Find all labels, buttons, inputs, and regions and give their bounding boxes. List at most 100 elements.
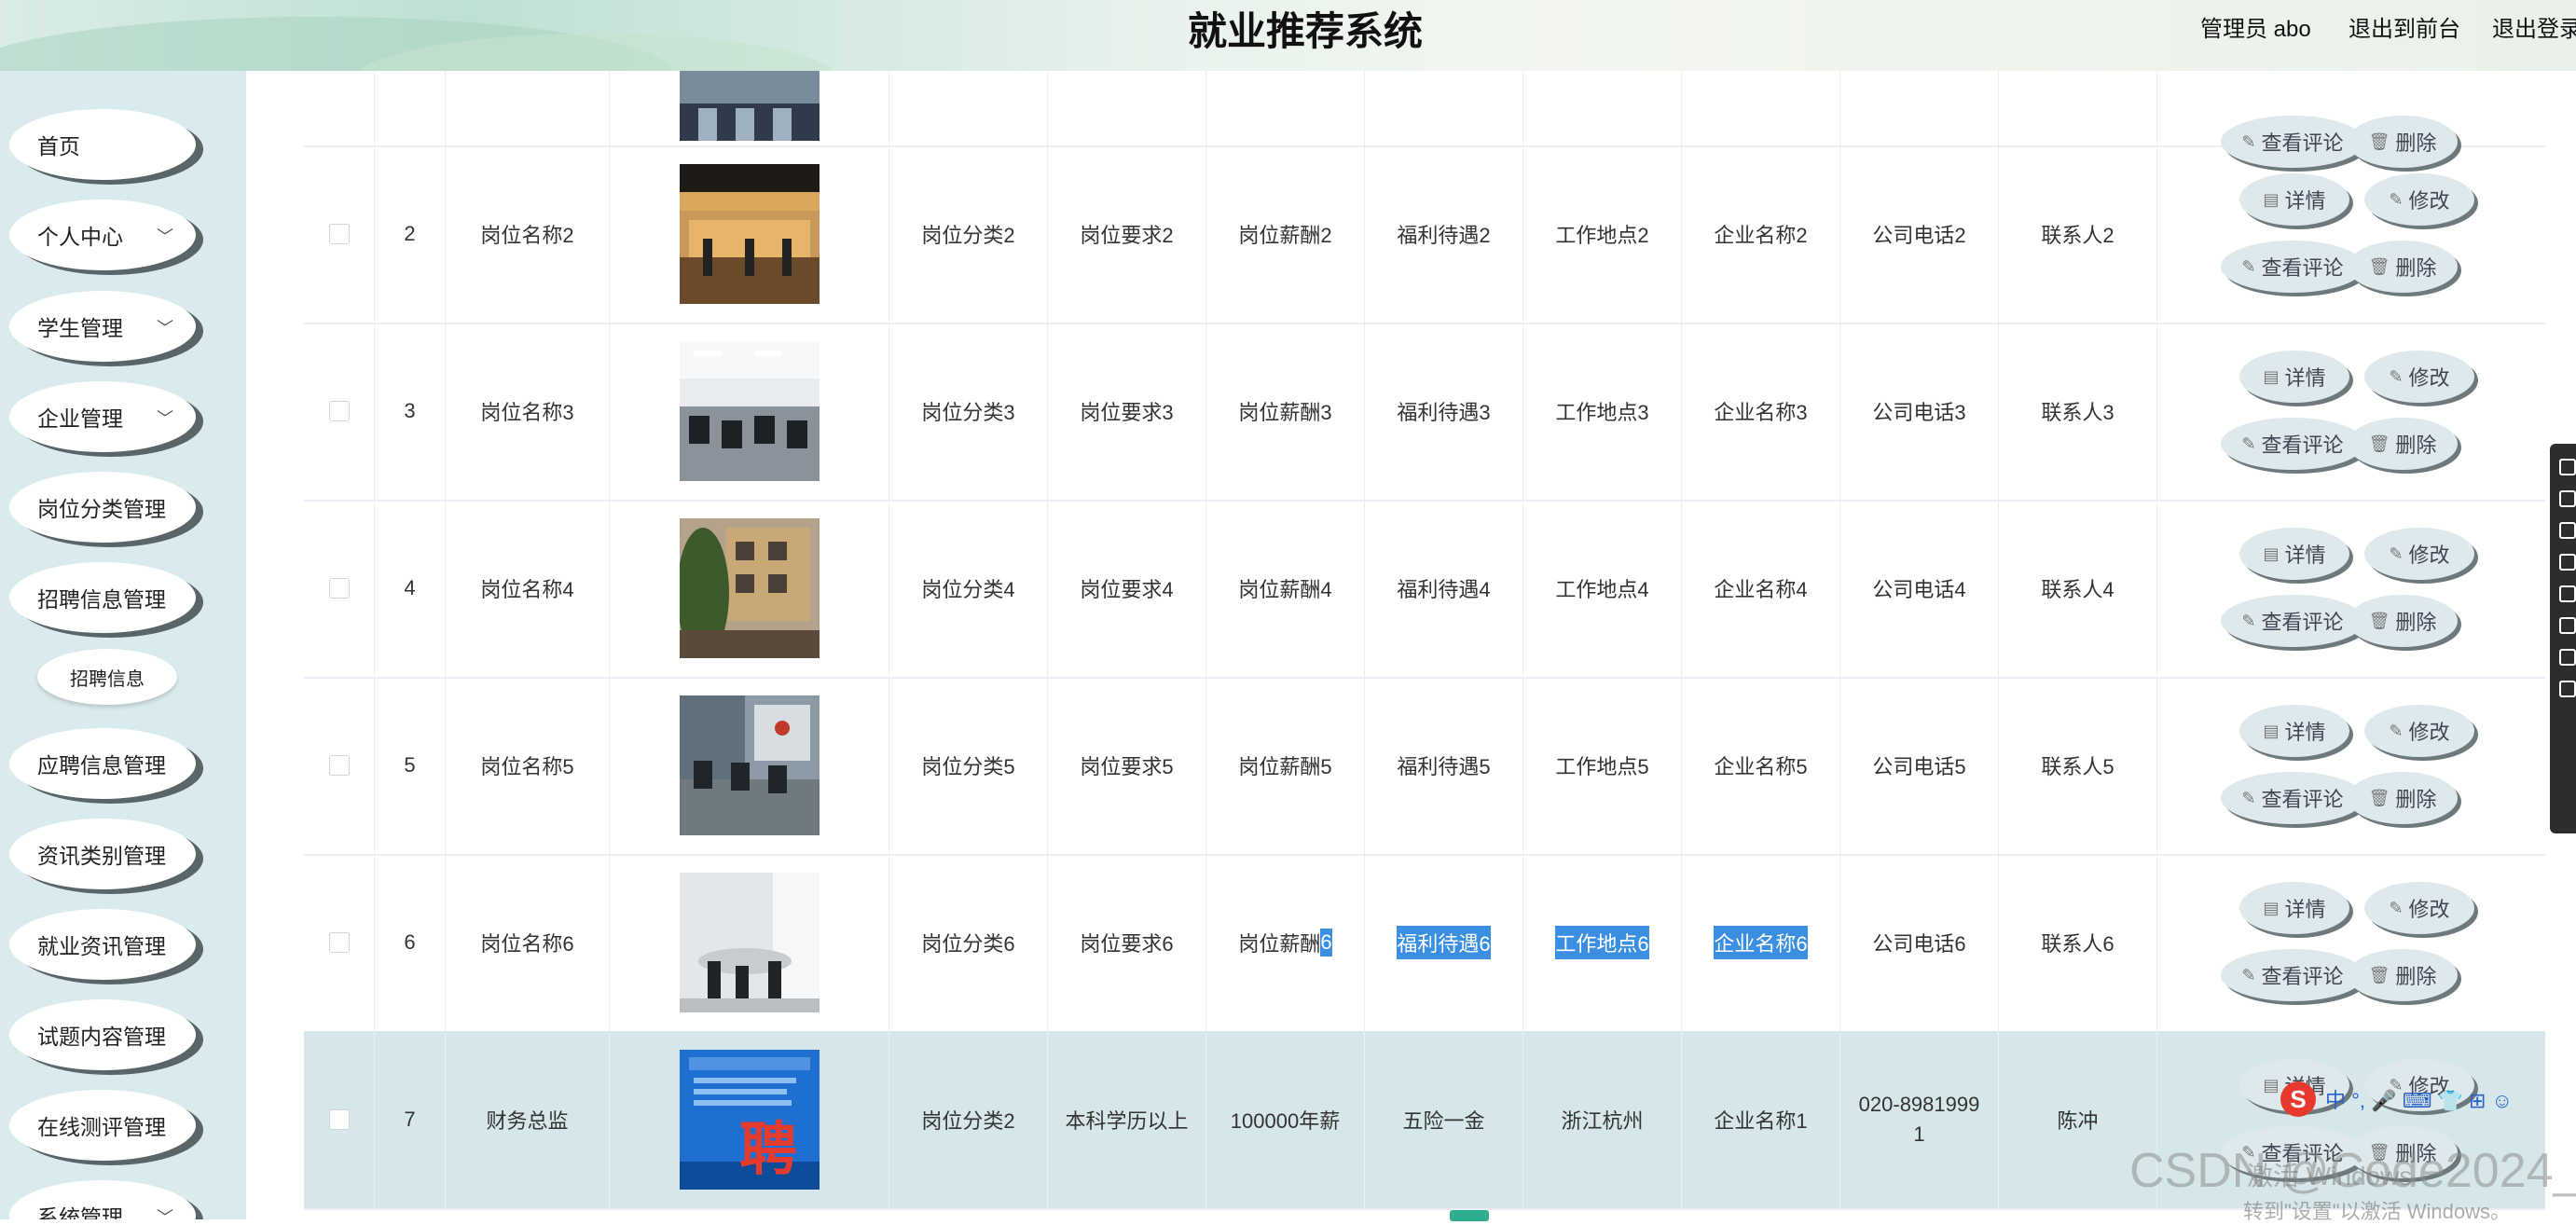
company-phone: 公司电话2 <box>1840 145 1999 323</box>
sidebar-item-online-test[interactable]: 在线测评管理 <box>9 1090 196 1161</box>
job-requirement: 岗位要求6 <box>1048 854 1206 1031</box>
company-phone: 020-8981999 1 <box>1840 1031 1999 1208</box>
sidebar-item-applications[interactable]: 应聘信息管理 <box>9 728 196 799</box>
row-checkbox[interactable] <box>328 755 350 776</box>
row-checkbox[interactable] <box>328 224 350 244</box>
job-name: 财务总监 <box>446 1031 610 1208</box>
edit-button[interactable]: ✎ 修改 <box>2364 528 2474 580</box>
job-location: 工作地点5 <box>1523 677 1682 854</box>
windows-activation-title: 激活 Windows <box>2247 1162 2413 1191</box>
view-comments-button[interactable]: ✎ 查看评论 <box>2221 949 2364 1001</box>
job-name: 岗位名称3 <box>446 323 610 500</box>
table-row: 4 岗位名称4 岗位分类4 岗位要求4 岗位薪酬4 福利待遇4 工作地点4 企业… <box>304 500 2545 679</box>
job-requirement: 岗位要求3 <box>1048 323 1206 500</box>
selected-text: 6 <box>1320 929 1332 957</box>
edit-button[interactable]: ✎ 修改 <box>2364 351 2474 403</box>
job-image <box>679 695 820 835</box>
detail-button[interactable]: ▤详情 <box>2239 705 2349 757</box>
trash-icon: 🗑 <box>2368 256 2390 276</box>
sogou-logo-icon[interactable]: S <box>2280 1081 2316 1117</box>
edit-button[interactable]: ✎ 修改 <box>2364 882 2474 934</box>
logout-link[interactable]: 退出登录 <box>2492 15 2576 45</box>
edit-button[interactable]: ✎ 修改 <box>2364 173 2474 226</box>
sidebar-item-recruitment[interactable]: 招聘信息管理 <box>9 562 196 633</box>
top-header: 就业推荐系统 管理员 abo 退出到前台 退出登录 <box>0 0 2576 71</box>
ime-status-text[interactable]: 中 °, 🎤 ⌨ 👕 ⊞ ☺ <box>2325 1084 2513 1114</box>
contact-person: 联系人4 <box>1999 500 2157 677</box>
row-checkbox[interactable] <box>328 578 350 599</box>
windows-activation-hint: 转到"设置"以激活 Windows。 <box>2243 1200 2511 1223</box>
sidebar-item-employment-news[interactable]: 就业资讯管理 <box>9 909 196 980</box>
job-requirement: 岗位要求2 <box>1048 145 1206 323</box>
sidebar-item-students[interactable]: 学生管理 ﹀ <box>9 291 196 362</box>
company-phone: 公司电话5 <box>1840 677 1999 854</box>
detail-button[interactable]: ▤详情 <box>2239 351 2349 403</box>
trash-icon: 🗑 <box>2368 434 2390 453</box>
view-comments-button[interactable]: ✎ 查看评论 <box>2221 418 2364 470</box>
delete-button[interactable]: 🗑 删除 <box>2348 772 2458 824</box>
job-requirement: 岗位要求4 <box>1048 500 1206 677</box>
sidebar-item-label: 学生管理 <box>37 316 123 340</box>
job-location: 浙江杭州 <box>1523 1031 1682 1208</box>
detail-button[interactable]: ▤详情 <box>2239 882 2349 934</box>
job-salary: 岗位薪酬5 <box>1206 677 1365 854</box>
job-image <box>679 71 820 141</box>
pagination-current-page[interactable] <box>1450 1210 1489 1221</box>
delete-button[interactable]: 🗑 删除 <box>2348 595 2458 647</box>
tool-icon[interactable] <box>2559 459 2576 475</box>
view-comments-button[interactable]: ✎ 查看评论 <box>2221 595 2364 647</box>
row-checkbox[interactable] <box>328 401 350 421</box>
tool-icon[interactable] <box>2559 490 2576 507</box>
edit-pen-icon: ✎ <box>2241 611 2256 630</box>
delete-button[interactable]: 🗑 删除 <box>2348 949 2458 1001</box>
contact-person: 联系人6 <box>1999 854 2157 1031</box>
company-phone: 公司电话6 <box>1840 854 1999 1031</box>
tool-icon[interactable] <box>2559 617 2576 634</box>
ime-toolbar[interactable]: S 中 °, 🎤 ⌨ 👕 ⊞ ☺ <box>2280 1081 2513 1117</box>
document-icon: ▤ <box>2263 544 2280 563</box>
sidebar-item-job-categories[interactable]: 岗位分类管理 <box>9 472 196 543</box>
selected-text: 福利待遇6 <box>1397 926 1491 959</box>
edit-pen-icon: ✎ <box>2389 189 2404 209</box>
job-image: 聘 <box>679 1050 820 1190</box>
delete-button[interactable]: 🗑 删除 <box>2348 241 2458 293</box>
view-comments-button[interactable]: ✎ 查看评论 <box>2221 241 2364 293</box>
row-checkbox[interactable] <box>328 1109 350 1130</box>
view-comments-button[interactable]: ✎ 查看评论 <box>2221 772 2364 824</box>
sidebar-item-home[interactable]: 首页 <box>9 109 196 180</box>
document-icon: ▤ <box>2263 721 2280 740</box>
company-name: 企业名称6 <box>1682 854 1840 1031</box>
sidebar-subitem-recruitment-info[interactable]: 招聘信息 <box>37 649 177 705</box>
contact-person: 联系人5 <box>1999 677 2157 854</box>
job-category: 岗位分类2 <box>889 145 1048 323</box>
tool-icon[interactable] <box>2559 649 2576 666</box>
tool-icon[interactable] <box>2559 585 2576 602</box>
detail-button[interactable]: ▤详情 <box>2239 173 2349 226</box>
floating-side-toolbar[interactable] <box>2550 444 2576 833</box>
table-row: 3 岗位名称3 岗位分类3 岗位要求3 岗位薪酬3 福利待遇3 工作地点3 企业… <box>304 323 2545 502</box>
sidebar-item-system[interactable]: 系统管理 ﹀ <box>9 1180 196 1219</box>
edit-button[interactable]: ✎ 修改 <box>2364 705 2474 757</box>
thumbnail-cell <box>610 71 889 145</box>
chevron-down-icon: ﹀ <box>157 227 173 246</box>
delete-button[interactable]: 🗑 删除 <box>2348 418 2458 470</box>
document-icon: ▤ <box>2263 366 2280 386</box>
job-category: 岗位分类2 <box>889 1031 1048 1208</box>
sidebar-item-label: 资讯类别管理 <box>37 844 166 868</box>
sidebar-item-label: 在线测评管理 <box>37 1115 166 1139</box>
sidebar-item-news-categories[interactable]: 资讯类别管理 <box>9 819 196 889</box>
sidebar-item-questions[interactable]: 试题内容管理 <box>9 999 196 1070</box>
tool-icon[interactable] <box>2559 522 2576 539</box>
admin-label: 管理员 abo <box>2200 17 2311 42</box>
edit-pen-icon: ✎ <box>2241 434 2256 453</box>
job-image <box>679 341 820 481</box>
tool-icon[interactable] <box>2559 681 2576 697</box>
back-to-front-link[interactable]: 退出到前台 <box>2349 15 2460 45</box>
row-checkbox[interactable] <box>328 932 350 953</box>
sidebar-item-personal-center[interactable]: 个人中心 ﹀ <box>9 200 196 270</box>
sidebar-item-companies[interactable]: 企业管理 ﹀ <box>9 381 196 452</box>
tool-icon[interactable] <box>2559 554 2576 571</box>
job-salary: 100000年薪 <box>1206 1031 1365 1208</box>
detail-button[interactable]: ▤详情 <box>2239 528 2349 580</box>
company-name: 企业名称4 <box>1682 500 1840 677</box>
